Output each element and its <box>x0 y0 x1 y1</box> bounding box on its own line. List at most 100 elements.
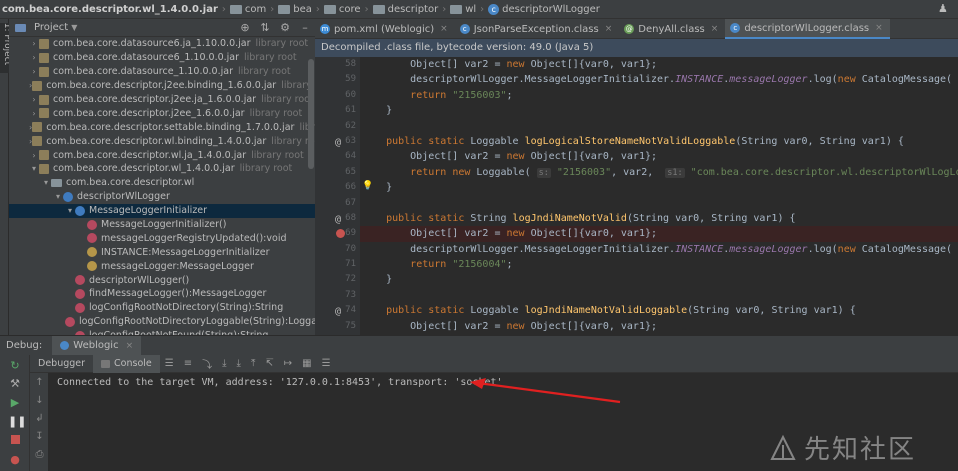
implemented-method-icon[interactable]: @ <box>335 212 341 227</box>
debug-session-tab[interactable]: Weblogic × <box>52 335 142 356</box>
tree-scrollbar[interactable] <box>308 59 314 169</box>
intention-bulb-icon[interactable]: 💡 <box>362 181 373 191</box>
tree-item[interactable]: › com.bea.core.descriptor.j2ee_1.6.0.0.ja… <box>9 106 315 120</box>
tree-item-label: com.bea.core.descriptor.j2ee.binding_1.6… <box>46 80 277 92</box>
close-icon[interactable]: × <box>126 341 134 351</box>
close-icon[interactable]: × <box>440 24 448 34</box>
up-arrow-icon[interactable]: ↑ <box>34 377 45 388</box>
hide-icon[interactable]: – <box>299 22 311 34</box>
breadcrumb-item[interactable]: core <box>323 4 361 15</box>
expand-arrow-icon[interactable]: ▾ <box>65 206 75 215</box>
tree-item-label: com.bea.core.descriptor.wl <box>66 177 195 189</box>
code-editor[interactable]: Object[] var2 = new Object[]{var0, var1}… <box>360 57 958 335</box>
tree-item[interactable]: › com.bea.core.datasource6_1.10.0.0.jar li… <box>9 51 315 65</box>
pause-icon[interactable]: ❚❚ <box>8 415 26 429</box>
rerun-icon[interactable]: ↻ <box>8 359 22 373</box>
editor-tab-label: DenyAll.class <box>638 23 705 35</box>
down-arrow-icon[interactable]: ↓ <box>34 395 45 406</box>
trace-icon[interactable]: ☰ <box>322 358 331 369</box>
project-tool-tab[interactable]: 1: Project <box>0 23 12 73</box>
locate-icon[interactable]: ⊕ <box>239 22 251 34</box>
expand-arrow-icon[interactable]: ▾ <box>53 192 63 201</box>
step-over-icon[interactable]: ⤵ <box>202 356 212 371</box>
tab-debugger[interactable]: Debugger <box>30 355 93 373</box>
editor-tab[interactable]: m pom.xml (Weblogic) × <box>315 19 455 39</box>
method-icon <box>75 288 85 299</box>
editor-tab[interactable]: c descriptorWlLogger.class × <box>725 19 890 39</box>
chevron-down-icon[interactable]: ▼ <box>71 23 77 32</box>
close-icon[interactable]: × <box>875 23 883 33</box>
collapse-arrow-icon[interactable]: › <box>29 67 39 76</box>
collapse-arrow-icon[interactable]: › <box>29 109 39 118</box>
tree-item[interactable]: › com.bea.core.descriptor.wl.binding_1.4.… <box>9 134 315 148</box>
tree-item[interactable]: ▾ MessageLoggerInitializer <box>9 203 315 218</box>
tree-item[interactable]: › com.bea.core.datasource_1.10.0.0.jar lib… <box>9 65 315 79</box>
tree-item[interactable]: ▾ com.bea.core.descriptor.wl <box>9 176 315 190</box>
tree-item[interactable]: logConfigRootNotDirectoryLoggable(String… <box>9 315 315 329</box>
evaluate-icon[interactable]: ▦ <box>302 358 311 369</box>
code-line: Object[] var2 = new Object[]{var0, var1}… <box>362 320 658 332</box>
implemented-method-icon[interactable]: @ <box>335 304 341 319</box>
tree-item[interactable]: descriptorWlLogger() <box>9 273 315 287</box>
collapse-arrow-icon[interactable]: › <box>29 39 39 48</box>
code-line: public static String logJndiNameNotValid… <box>386 212 796 224</box>
tree-item[interactable]: messageLogger:MessageLogger <box>9 259 315 273</box>
breadcrumb-item[interactable]: bea <box>278 4 312 15</box>
editor-tab[interactable]: c JsonParseException.class × <box>455 19 620 39</box>
view-breakpoints-icon[interactable]: ● <box>8 453 22 467</box>
tree-item[interactable]: logConfigRootNotDirectory(String):String <box>9 301 315 315</box>
project-view-selector[interactable]: Project <box>34 22 68 33</box>
breadcrumb-item[interactable]: c descriptorWlLogger <box>488 3 600 15</box>
breadcrumb-item[interactable]: wl <box>450 4 476 15</box>
wrench-icon[interactable]: ⚒ <box>8 377 22 391</box>
tree-item[interactable]: › com.bea.core.descriptor.wl.ja_1.4.0.0.j… <box>9 148 315 162</box>
editor-tab-label: pom.xml (Weblogic) <box>334 23 435 35</box>
tree-item[interactable]: findMessageLogger():MessageLogger <box>9 287 315 301</box>
code-line: return "2156004"; <box>410 259 513 271</box>
expand-arrow-icon[interactable]: ▾ <box>29 164 39 173</box>
tree-item[interactable]: › com.bea.core.descriptor.j2ee.ja_1.6.0.0… <box>9 93 315 107</box>
tree-item[interactable]: › com.bea.core.descriptor.j2ee.binding_1.… <box>9 79 315 93</box>
decompiled-banner: Decompiled .class file, bytecode version… <box>315 39 958 57</box>
breadcrumb-item[interactable]: descriptor <box>372 4 438 15</box>
tab-console[interactable]: Console <box>93 354 160 373</box>
user-icon[interactable]: ♟ <box>938 3 950 15</box>
resume-icon[interactable]: ▶ <box>8 396 22 410</box>
step-out-icon[interactable]: ⤒ <box>251 358 255 369</box>
scroll-to-end-icon[interactable]: ↧ <box>34 431 45 442</box>
run-to-cursor-icon[interactable]: ↦ <box>284 358 292 369</box>
editor-tab[interactable]: @ DenyAll.class × <box>619 19 725 39</box>
expand-arrow-icon[interactable]: ▾ <box>41 178 51 187</box>
line-number: 63 @ <box>315 134 360 149</box>
code-line: } <box>362 274 393 286</box>
debug-actions: ↻ ⚒ ▶ ❚❚ ● <box>0 355 30 471</box>
force-step-into-icon[interactable]: ⤓ <box>237 358 241 369</box>
list-icon[interactable]: ☰ <box>165 358 174 369</box>
tree-item[interactable]: MessageLoggerInitializer() <box>9 218 315 232</box>
tree-item[interactable]: › com.bea.core.descriptor.settable.bindin… <box>9 120 315 134</box>
print-icon[interactable]: ⎙ <box>34 449 45 460</box>
stop-icon[interactable] <box>8 434 22 448</box>
close-icon[interactable]: × <box>605 24 613 34</box>
collapse-arrow-icon[interactable]: › <box>29 151 39 160</box>
collapse-all-icon[interactable]: ⇅ <box>259 22 271 34</box>
collapse-arrow-icon[interactable]: › <box>29 53 39 62</box>
breadcrumb-item[interactable]: com <box>229 4 266 15</box>
tree-item[interactable]: ▾ descriptorWlLogger <box>9 190 315 204</box>
method-icon <box>65 316 75 327</box>
breadcrumb-item[interactable]: com.bea.core.descriptor.wl_1.4.0.0.jar <box>2 4 218 15</box>
gear-icon[interactable]: ⚙ <box>279 22 291 34</box>
tree-item[interactable]: ▾ com.bea.core.descriptor.wl_1.4.0.0.jar l… <box>9 162 315 176</box>
soft-wrap-icon[interactable]: ↲ <box>34 413 45 424</box>
tree-item[interactable]: messageLoggerRegistryUpdated():void <box>9 231 315 245</box>
tree-item[interactable]: INSTANCE:MessageLoggerInitializer <box>9 245 315 259</box>
collapse-arrow-icon[interactable]: › <box>29 95 39 104</box>
drop-frame-icon[interactable]: ↸ <box>265 358 273 369</box>
show-execution-point-icon[interactable]: ≡ <box>184 358 192 369</box>
close-icon[interactable]: × <box>711 24 719 34</box>
breakpoint-icon[interactable] <box>336 229 345 239</box>
tree-item-label: com.bea.core.descriptor.wl_1.4.0.0.jar <box>53 163 235 175</box>
step-into-icon[interactable]: ⤓ <box>222 358 226 369</box>
implemented-method-icon[interactable]: @ <box>335 135 341 150</box>
tree-item[interactable]: › com.bea.core.datasource6.ja_1.10.0.0.ja… <box>9 37 315 51</box>
